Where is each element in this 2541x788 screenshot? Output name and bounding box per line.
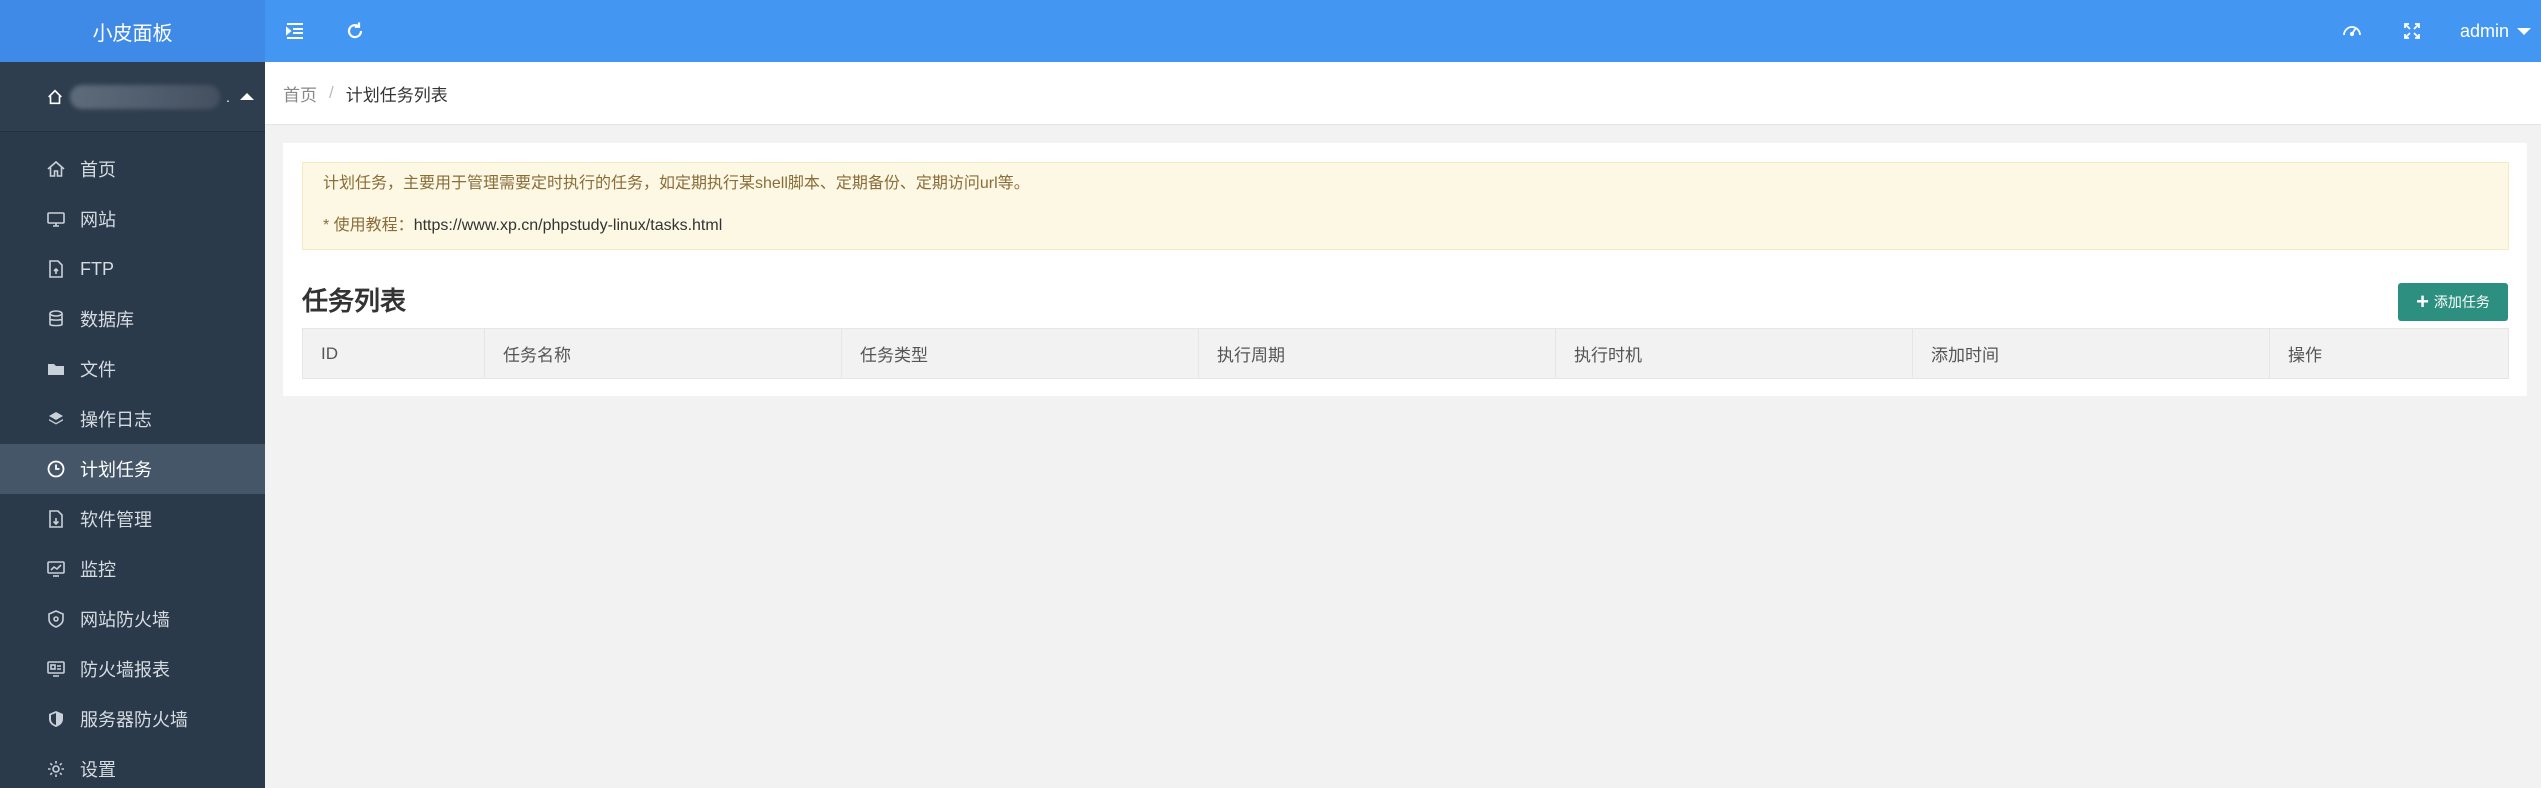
sidebar-item-label: 监控 — [80, 560, 116, 580]
sidebar-item-monitor[interactable]: 监控 — [0, 544, 265, 594]
column-header-added-time[interactable]: 添加时间 — [1912, 328, 2270, 379]
shield-icon — [46, 609, 66, 629]
breadcrumb-current: 计划任务列表 — [345, 85, 448, 105]
app-root: 小皮面板 . 首页 网站 FTP 数据库 文件 操作日志 计划任务 软件管理 监… — [0, 0, 2541, 788]
menu-indent-icon — [286, 23, 303, 39]
breadcrumb-home-link[interactable]: 首页 — [283, 81, 317, 106]
sidebar-item-label: 首页 — [80, 160, 116, 180]
sidebar-item-server-firewall[interactable]: 服务器防火墙 — [0, 694, 265, 744]
sidebar-item-settings[interactable]: 设置 — [0, 744, 265, 788]
app-logo[interactable]: 小皮面板 — [0, 0, 265, 62]
sidebar-item-software[interactable]: 软件管理 — [0, 494, 265, 544]
sidebar-item-label: 文件 — [80, 360, 116, 380]
plus-icon: + — [2416, 289, 2429, 314]
user-menu[interactable]: admin — [2442, 21, 2541, 42]
column-header-name[interactable]: 任务名称 — [484, 328, 842, 379]
sidebar-item-label: FTP — [80, 258, 114, 279]
server-shield-icon — [46, 709, 66, 729]
layers-icon — [46, 409, 66, 429]
server-name-suffix: . — [226, 88, 230, 105]
refresh-button[interactable] — [325, 0, 385, 62]
report-icon — [46, 659, 66, 679]
fullscreen-button[interactable] — [2382, 0, 2442, 62]
sidebar-item-database[interactable]: 数据库 — [0, 294, 265, 344]
sidebar-item-label: 操作日志 — [80, 410, 152, 430]
add-task-button[interactable]: + 添加任务 — [2398, 283, 2508, 321]
toggle-sidebar-button[interactable] — [265, 0, 325, 62]
column-header-period[interactable]: 执行周期 — [1198, 328, 1556, 379]
sidebar-item-label: 防火墙报表 — [80, 660, 170, 680]
task-list-title: 任务列表 — [302, 286, 407, 316]
sidebar-item-scheduled-tasks[interactable]: 计划任务 — [0, 444, 265, 494]
sidebar-item-firewall-report[interactable]: 防火墙报表 — [0, 644, 265, 694]
notice-description: 计划任务，主要用于管理需要定时执行的任务，如定期执行某shell脚本、定期备份、… — [323, 175, 1030, 192]
database-icon — [46, 309, 66, 329]
caret-down-icon — [2517, 27, 2531, 35]
sidebar-item-operation-log[interactable]: 操作日志 — [0, 394, 265, 444]
breadcrumb-separator: / — [329, 83, 334, 102]
add-task-label: 添加任务 — [2433, 294, 2490, 310]
sidebar-item-label: 服务器防火墙 — [80, 710, 188, 730]
monitor-icon — [46, 209, 66, 229]
sidebar-item-home[interactable]: 首页 — [0, 144, 265, 194]
sidebar-menu: 首页 网站 FTP 数据库 文件 操作日志 计划任务 软件管理 监控 网站防火墙… — [0, 144, 265, 788]
ftp-file-icon — [46, 259, 66, 279]
sidebar-item-label: 计划任务 — [80, 460, 152, 480]
sidebar-item-ftp[interactable]: FTP — [0, 244, 265, 294]
dashboard-button[interactable] — [2322, 0, 2382, 62]
column-header-actions[interactable]: 操作 — [2269, 328, 2509, 379]
column-header-timing[interactable]: 执行时机 — [1555, 328, 1913, 379]
sidebar: 小皮面板 . 首页 网站 FTP 数据库 文件 操作日志 计划任务 软件管理 监… — [0, 0, 265, 788]
sidebar-item-website[interactable]: 网站 — [0, 194, 265, 244]
content-card: 计划任务，主要用于管理需要定时执行的任务，如定期执行某shell脚本、定期备份、… — [283, 143, 2527, 396]
sidebar-item-label: 网站防火墙 — [80, 610, 170, 630]
breadcrumb: 首页 / 计划任务列表 — [265, 62, 2541, 125]
table-header-row: ID 任务名称 任务类型 执行周期 执行时机 添加时间 操作 — [302, 328, 2509, 379]
sidebar-item-label: 数据库 — [80, 310, 134, 330]
guide-label: * 使用教程： — [323, 217, 414, 234]
sidebar-item-files[interactable]: 文件 — [0, 344, 265, 394]
sidebar-item-label: 设置 — [80, 760, 116, 780]
gear-icon — [46, 759, 66, 779]
clock-icon — [46, 459, 66, 479]
refresh-icon — [347, 22, 363, 39]
folder-icon — [46, 359, 66, 379]
notice-guide: * 使用教程：https://www.xp.cn/phpstudy-linux/… — [323, 215, 2488, 237]
package-icon — [46, 509, 66, 529]
column-header-type[interactable]: 任务类型 — [841, 328, 1199, 379]
column-header-id[interactable]: ID — [302, 328, 485, 379]
home-icon — [46, 159, 66, 179]
server-home-icon — [46, 88, 64, 106]
guide-url-link[interactable]: https://www.xp.cn/phpstudy-linux/tasks.h… — [414, 217, 723, 234]
sidebar-item-web-firewall[interactable]: 网站防火墙 — [0, 594, 265, 644]
server-name-redacted — [70, 84, 220, 109]
chart-monitor-icon — [46, 559, 66, 579]
sidebar-item-label: 网站 — [80, 210, 116, 230]
top-header: admin — [265, 0, 2541, 62]
fullscreen-icon — [2404, 23, 2420, 39]
sidebar-item-label: 软件管理 — [80, 510, 152, 530]
info-notice: 计划任务，主要用于管理需要定时执行的任务，如定期执行某shell脚本、定期备份、… — [302, 162, 2509, 250]
speedometer-icon — [2343, 26, 2361, 37]
server-switcher[interactable]: . — [0, 62, 265, 132]
username: admin — [2459, 20, 2509, 41]
task-table: ID 任务名称 任务类型 执行周期 执行时机 添加时间 操作 — [302, 328, 2509, 379]
caret-up-icon — [239, 93, 254, 100]
